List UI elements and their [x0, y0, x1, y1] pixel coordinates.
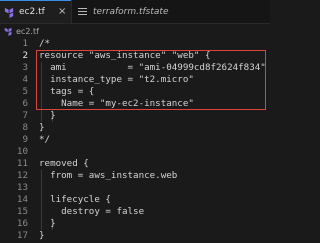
code-line: 1 /* — [0, 38, 270, 50]
terraform-file-icon — [4, 27, 12, 36]
code-line: 17} — [0, 230, 270, 242]
line-number: 4 — [22, 74, 28, 85]
code-line: 10 — [0, 146, 270, 158]
line-text: destroy = false — [39, 206, 145, 217]
code-line: 5 tags = { — [0, 86, 270, 98]
code-line: 14 lifecycle { — [0, 194, 270, 206]
line-number: 11 — [16, 158, 28, 169]
tab-label: terraform.tfstate — [93, 6, 169, 17]
line-number: 13 — [16, 182, 28, 193]
code-line: 2 resource "aws_instance" "web" { — [0, 50, 270, 62]
line-text: lifecycle { — [39, 194, 111, 205]
code-line: 8} — [0, 122, 270, 134]
code-line: 11 removed { — [0, 158, 270, 170]
line-number: 5 — [22, 86, 28, 97]
line-text: ami = "ami-04999cd8f2624f834" — [39, 62, 266, 73]
code-line: 4 instance_type = "t2.micro" — [0, 74, 270, 86]
line-number: 17 — [16, 230, 28, 241]
line-number: 12 — [16, 170, 28, 181]
breadcrumb[interactable]: ec2.tf — [0, 24, 270, 38]
line-text: } — [39, 230, 45, 241]
line-number: 8 — [22, 122, 28, 133]
code-line: 12 from = aws_instance.web — [0, 170, 270, 182]
code-line: 6 Name = "my-ec2-instance" — [0, 98, 270, 110]
line-text: */ — [39, 134, 51, 145]
line-number: 3 — [22, 62, 28, 73]
line-text: from = aws_instance.web — [39, 170, 178, 181]
file-lines-icon — [78, 8, 87, 15]
line-number: 9 — [22, 134, 28, 145]
line-number: 15 — [16, 206, 28, 217]
line-number: 6 — [22, 98, 28, 109]
line-text: /* — [39, 38, 51, 49]
line-number: 2 — [22, 50, 28, 61]
close-tab-icon[interactable]: × — [58, 6, 66, 18]
line-text: tags = { — [39, 86, 95, 97]
tab-label: ec2.tf — [19, 7, 45, 17]
code-line: 9 */ — [0, 134, 270, 146]
code-line: 7 } — [0, 110, 270, 122]
line-number: 7 — [22, 110, 28, 121]
line-text: removed { — [39, 158, 89, 169]
line-number: 16 — [16, 218, 28, 229]
line-text: resource "aws_instance" "web" { — [39, 50, 211, 61]
code-editor[interactable]: 1 /* 2 resource "aws_instance" "web" { 3 a… — [0, 38, 270, 243]
tab-ec2-tf[interactable]: ec2.tf × — [0, 0, 71, 23]
line-number: 1 — [22, 38, 28, 49]
line-text: } — [39, 122, 45, 133]
code-line: 15 destroy = false — [0, 206, 270, 218]
terraform-file-icon — [4, 7, 14, 18]
line-text: } — [39, 218, 56, 229]
breadcrumb-file-label: ec2.tf — [16, 26, 39, 36]
tab-bar: ec2.tf × terraform.tfstate — [0, 0, 270, 24]
code-line: 16 } — [0, 218, 270, 230]
line-text: instance_type = "t2.micro" — [39, 74, 194, 85]
tab-terraform-tfstate[interactable]: terraform.tfstate — [71, 0, 201, 23]
code-line: 13 — [0, 182, 270, 194]
line-number: 10 — [16, 146, 28, 157]
line-text: } — [39, 110, 56, 121]
line-text: Name = "my-ec2-instance" — [39, 98, 194, 109]
code-line: 3 ami = "ami-04999cd8f2624f834" — [0, 62, 270, 74]
line-number: 14 — [16, 194, 28, 205]
